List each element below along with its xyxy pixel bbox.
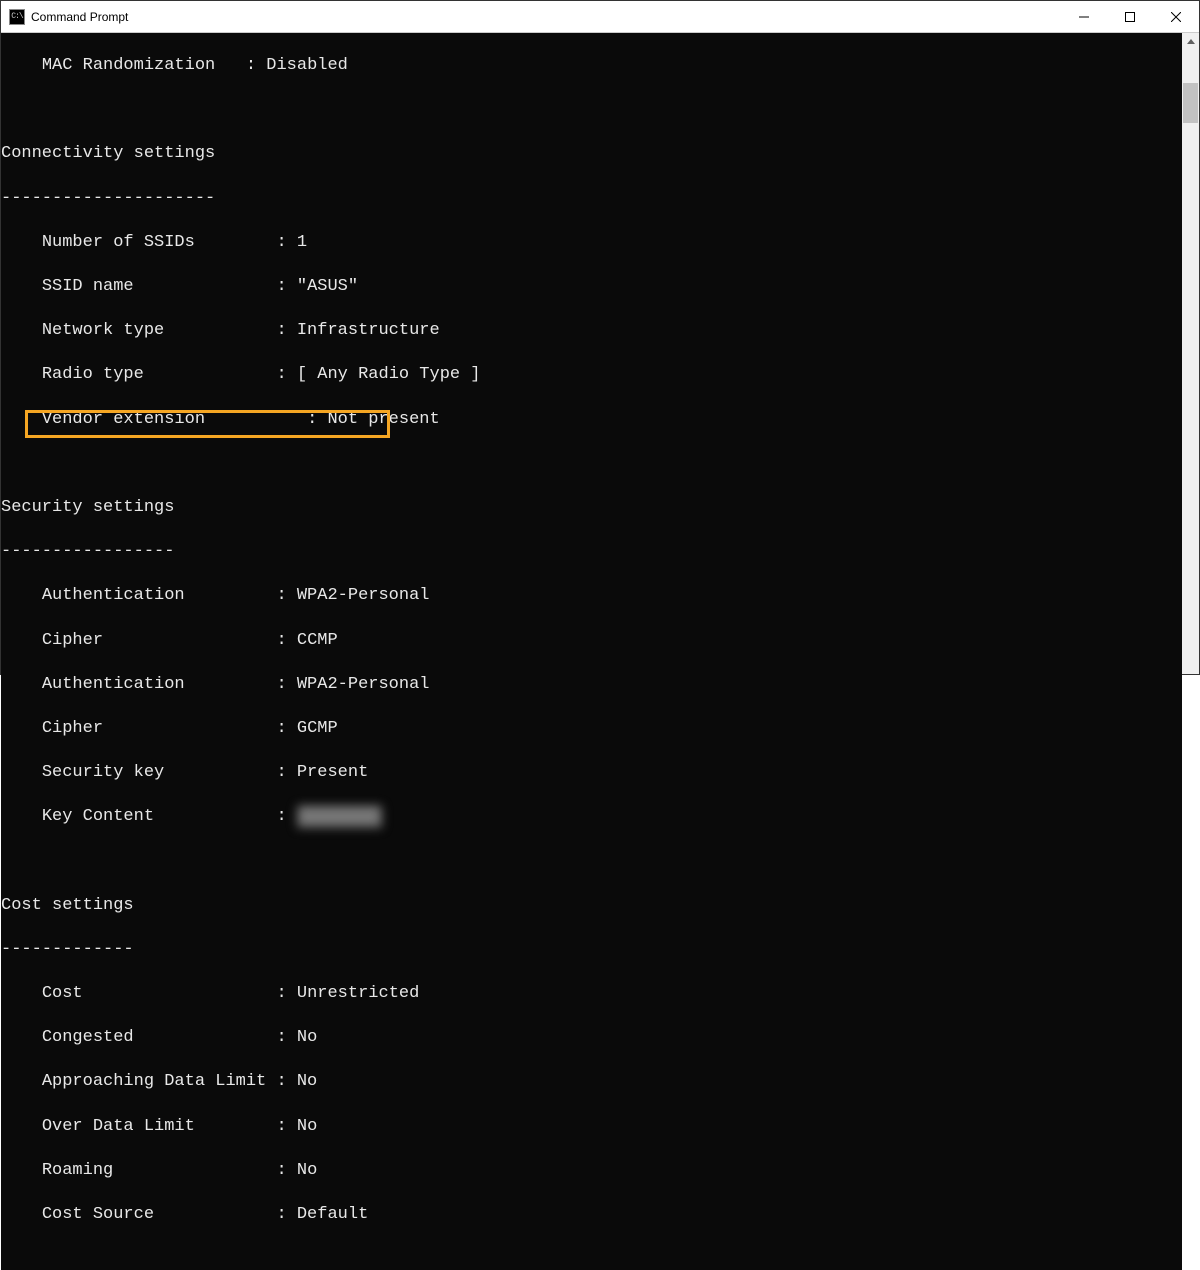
section-header-security: Security settings — [1, 497, 1182, 519]
output-blank — [1, 99, 1182, 121]
output-line: Over Data Limit : No — [1, 1116, 1182, 1138]
output-line: Authentication : WPA2-Personal — [1, 585, 1182, 607]
output-line: SSID name : "ASUS" — [1, 276, 1182, 298]
output-line: Vendor extension : Not present — [1, 409, 1182, 431]
output-blank — [1, 453, 1182, 475]
scrollbar-vertical[interactable] — [1182, 33, 1199, 674]
output-line: Network type : Infrastructure — [1, 320, 1182, 342]
divider: ----------------- — [1, 541, 1182, 563]
section-header-connectivity: Connectivity settings — [1, 143, 1182, 165]
output-line: MAC Randomization : Disabled — [1, 55, 1182, 77]
terminal-output[interactable]: MAC Randomization : Disabled Connectivit… — [1, 33, 1182, 1270]
output-line: Cipher : GCMP — [1, 718, 1182, 740]
output-line: Approaching Data Limit : No — [1, 1071, 1182, 1093]
output-blank — [1, 850, 1182, 872]
output-line: Cost Source : Default — [1, 1204, 1182, 1226]
maximize-button[interactable] — [1107, 1, 1153, 32]
output-line: Congested : No — [1, 1027, 1182, 1049]
divider: --------------------- — [1, 188, 1182, 210]
output-line: Roaming : No — [1, 1160, 1182, 1182]
cmd-icon: C:\ — [9, 9, 25, 25]
output-line-key-content: Key Content : ████████ — [1, 806, 1182, 828]
output-line: Security key : Present — [1, 762, 1182, 784]
close-button[interactable] — [1153, 1, 1199, 32]
window-title: Command Prompt — [31, 10, 1061, 24]
output-line: Cipher : CCMP — [1, 630, 1182, 652]
output-line: Cost : Unrestricted — [1, 983, 1182, 1005]
scrollbar-up-button[interactable] — [1182, 33, 1199, 50]
window-titlebar: C:\ Command Prompt — [1, 1, 1199, 33]
output-line: Radio type : [ Any Radio Type ] — [1, 364, 1182, 386]
output-line: Authentication : WPA2-Personal — [1, 674, 1182, 696]
redacted-password: ████████ — [297, 806, 383, 828]
section-header-cost: Cost settings — [1, 895, 1182, 917]
divider: ------------- — [1, 939, 1182, 961]
window-controls — [1061, 1, 1199, 32]
minimize-button[interactable] — [1061, 1, 1107, 32]
output-line: Number of SSIDs : 1 — [1, 232, 1182, 254]
scrollbar-thumb[interactable] — [1183, 83, 1198, 123]
